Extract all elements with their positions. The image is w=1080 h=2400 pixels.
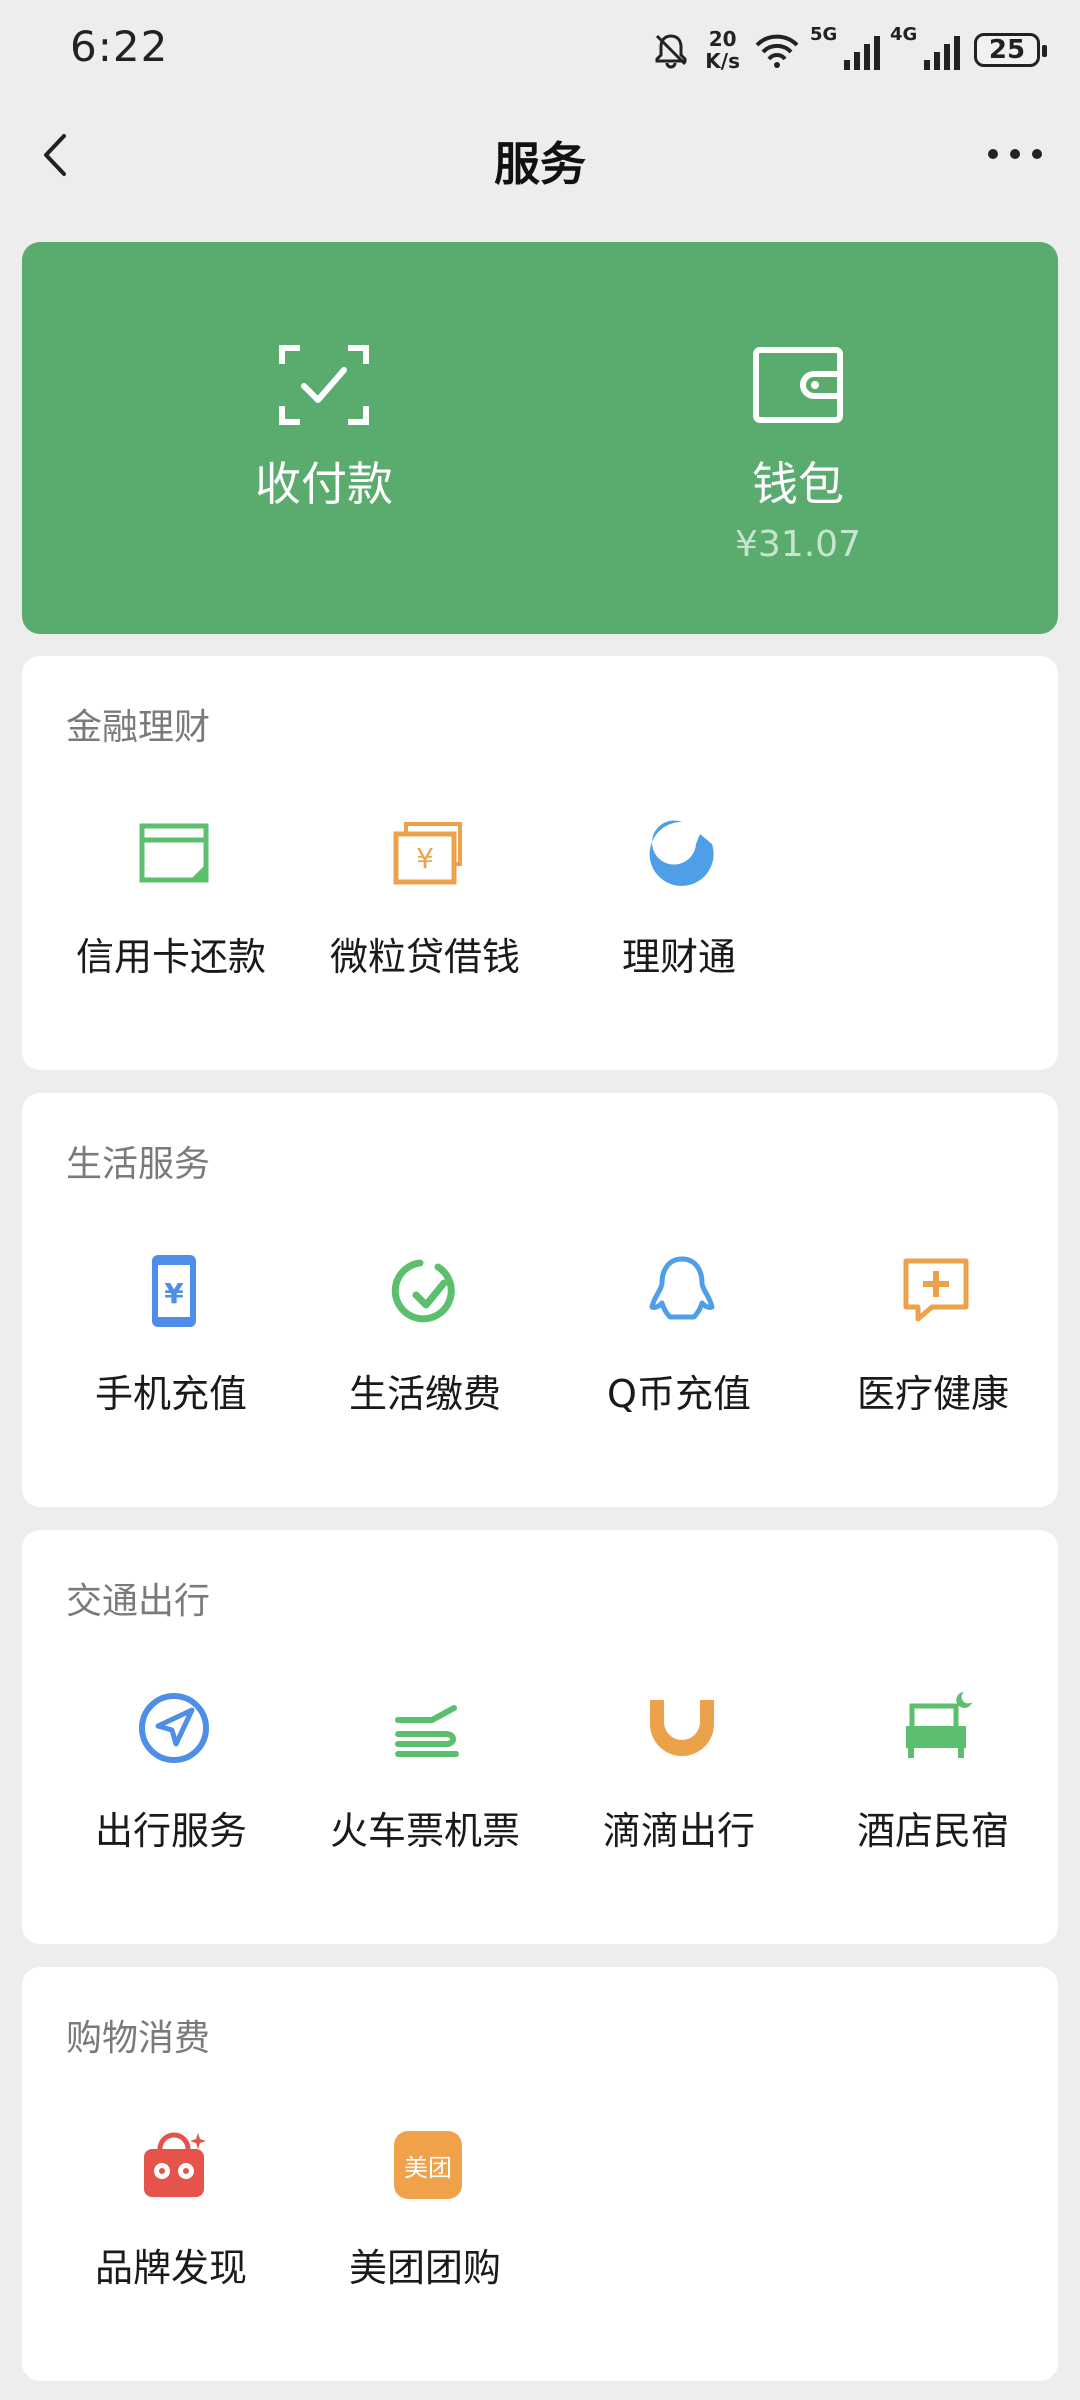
net-speed-value: 20 <box>708 27 737 51</box>
svg-text:¥: ¥ <box>164 1277 184 1310</box>
scan-check-icon <box>279 345 369 425</box>
status-icons: 20 K/s 5G 4G 25 <box>651 24 1047 76</box>
status-bar: 6:22 20 K/s 5G 4G 25 <box>0 0 1080 100</box>
wallet-label: 钱包 <box>752 457 844 511</box>
wallet-balance: ¥31.07 <box>735 524 861 565</box>
tile-label: 医疗健康 <box>856 1372 1009 1416</box>
tile-label: Q币充值 <box>607 1372 751 1416</box>
section-transportation: 交通出行 出行服务 火车票机票 滴滴出行 酒店民宿 <box>22 1530 1058 1944</box>
section-title: 购物消费 <box>66 2018 211 2059</box>
signal-5g: 5G <box>810 24 880 70</box>
credit-card-icon <box>139 823 209 883</box>
pay-receive-button[interactable]: 收付款 <box>114 242 534 634</box>
utility-payment-button[interactable]: 生活缴费 <box>298 1253 552 1453</box>
tile-label: 火车票机票 <box>329 1809 520 1853</box>
phone-recharge-icon: ¥ <box>152 1255 196 1327</box>
train-plane-icon <box>395 1705 459 1757</box>
tile-label: 信用卡还款 <box>75 935 266 979</box>
net-speed-unit: K/s <box>705 49 740 73</box>
weilidai-loan-button[interactable]: ¥ 微粒贷借钱 <box>298 816 552 1016</box>
hotel-icon <box>906 1692 972 1758</box>
tile-label: 滴滴出行 <box>602 1809 755 1853</box>
tile-label: 微粒贷借钱 <box>329 935 520 979</box>
brand-discovery-button[interactable]: 品牌发现 <box>44 2127 298 2327</box>
medical-icon <box>903 1258 969 1322</box>
meituan-group-buy-button[interactable]: 美团 美团团购 <box>298 2127 552 2327</box>
licaitong-button[interactable]: 理财通 <box>552 816 806 1016</box>
credit-card-repay-button[interactable]: 信用卡还款 <box>44 816 298 1016</box>
section-title: 交通出行 <box>66 1581 211 1622</box>
hotel-homestay-button[interactable]: 酒店民宿 <box>806 1690 1060 1890</box>
more-dots-icon <box>988 149 1042 159</box>
section-title: 生活服务 <box>66 1144 211 1185</box>
travel-icon <box>139 1693 209 1763</box>
status-time: 6:22 <box>70 22 169 71</box>
section-title: 金融理财 <box>66 707 211 748</box>
signal-5g-label: 5G <box>810 24 838 45</box>
qq-coin-icon <box>649 1256 715 1320</box>
utility-payment-icon <box>391 1259 455 1323</box>
section-shopping: 购物消费 品牌发现 美团 美团团购 <box>22 1967 1058 2381</box>
nav-bar: 服务 <box>0 100 1080 210</box>
tile-label: 酒店民宿 <box>856 1809 1009 1853</box>
more-button[interactable] <box>980 124 1050 184</box>
signal-4g-label: 4G <box>890 24 918 45</box>
pay-wallet-card: 收付款 钱包 ¥31.07 <box>22 242 1058 634</box>
svg-text:¥: ¥ <box>416 842 434 875</box>
wallet-button[interactable]: 钱包 ¥31.07 <box>588 242 1008 634</box>
battery-level: 25 <box>988 35 1026 65</box>
page-title: 服务 <box>494 137 586 191</box>
pay-receive-label: 收付款 <box>255 457 393 511</box>
tile-label: 出行服务 <box>94 1809 247 1853</box>
net-speed: 20 K/s <box>705 28 740 72</box>
tile-label: 手机充值 <box>94 1372 247 1416</box>
qq-coin-button[interactable]: Q币充值 <box>552 1253 806 1453</box>
wealth-icon <box>649 820 714 886</box>
tile-label: 生活缴费 <box>348 1372 501 1416</box>
tile-label: 美团团购 <box>348 2246 501 2290</box>
signal-4g: 4G <box>890 24 960 70</box>
tile-label: 理财通 <box>621 935 736 979</box>
tile-label: 品牌发现 <box>94 2246 247 2290</box>
medical-health-button[interactable]: 医疗健康 <box>806 1253 1060 1453</box>
train-flight-ticket-button[interactable]: 火车票机票 <box>298 1690 552 1890</box>
didi-button[interactable]: 滴滴出行 <box>552 1690 806 1890</box>
mobile-recharge-button[interactable]: ¥ 手机充值 <box>44 1253 298 1453</box>
section-life-services: 生活服务 ¥ 手机充值 生活缴费 Q币充值 医疗健康 <box>22 1093 1058 1507</box>
loan-icon: ¥ <box>393 822 462 885</box>
wallet-icon <box>753 347 843 423</box>
meituan-icon: 美团 <box>394 2131 462 2199</box>
travel-service-button[interactable]: 出行服务 <box>44 1690 298 1890</box>
section-finance: 金融理财 信用卡还款 ¥ 微粒贷借钱 理财通 <box>22 656 1058 1070</box>
mute-icon <box>655 34 687 69</box>
didi-icon <box>650 1700 714 1756</box>
brand-bag-icon <box>144 2132 206 2197</box>
battery-indicator: 25 <box>974 33 1047 67</box>
wifi-icon <box>755 34 799 68</box>
